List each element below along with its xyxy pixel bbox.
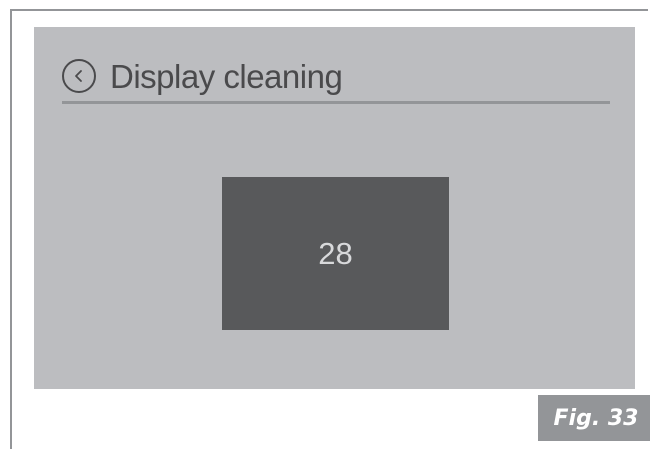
chevron-left-icon bbox=[75, 70, 82, 82]
countdown-value: 28 bbox=[318, 235, 353, 271]
header-divider bbox=[62, 101, 610, 104]
back-button[interactable] bbox=[62, 59, 96, 93]
figure-label: Fig. 33 bbox=[538, 395, 650, 441]
page-title: Display cleaning bbox=[110, 57, 343, 95]
screen-header: Display cleaning bbox=[62, 47, 610, 105]
display-screen: Display cleaning 28 bbox=[34, 27, 635, 389]
countdown-display: 28 bbox=[222, 177, 449, 330]
